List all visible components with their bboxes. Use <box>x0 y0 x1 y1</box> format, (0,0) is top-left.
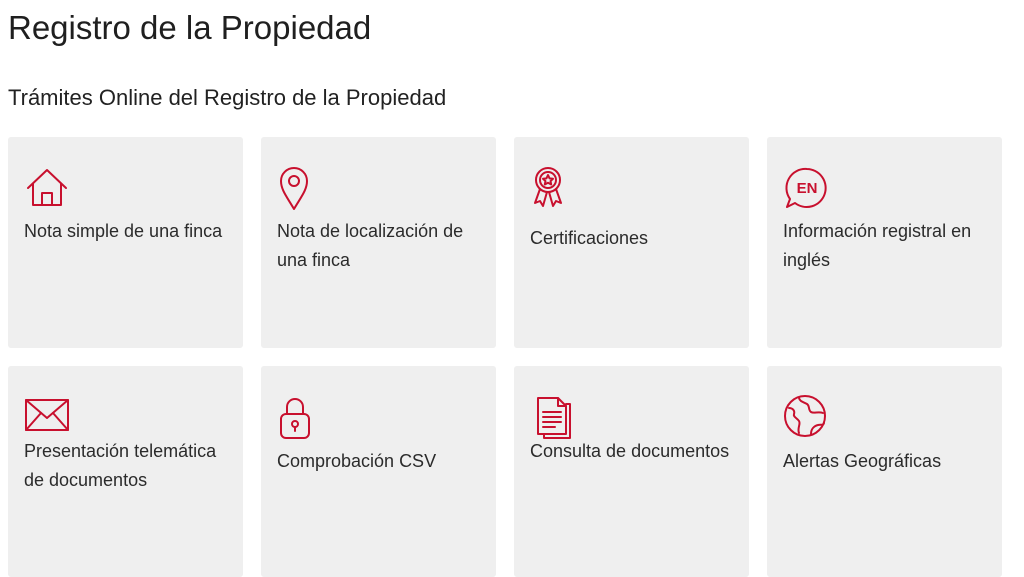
card-presentacion-telematica[interactable]: Presentación telemática de documentos <box>8 366 243 577</box>
card-label: Presentación telemática de documentos <box>24 441 217 490</box>
padlock-icon <box>277 394 323 440</box>
documents-icon <box>530 394 576 440</box>
card-consulta-documentos[interactable]: Consulta de documentos <box>514 366 749 577</box>
card-comprobacion-csv[interactable]: Comprobación CSV <box>261 366 496 577</box>
card-label: Información registral en inglés <box>783 221 972 270</box>
award-ribbon-icon <box>530 165 576 211</box>
card-nota-simple[interactable]: Nota simple de una finca <box>8 137 243 348</box>
card-label: Certificaciones <box>530 228 649 248</box>
card-alertas-geograficas[interactable]: Alertas Geográficas <box>767 366 1002 577</box>
services-grid: Nota simple de una finca Nota de localiz… <box>8 137 1002 577</box>
card-label: Alertas Geográficas <box>783 451 942 471</box>
card-label: Comprobación CSV <box>277 451 437 471</box>
globe-icon <box>783 394 829 440</box>
card-certificaciones[interactable]: Certificaciones <box>514 137 749 348</box>
english-speech-bubble-icon: EN <box>783 165 829 211</box>
page-title: Registro de la Propiedad <box>8 9 372 46</box>
icon-text: EN <box>797 180 818 197</box>
envelope-icon <box>24 394 70 440</box>
location-pin-icon <box>277 165 323 211</box>
card-nota-localizacion[interactable]: Nota de localización de una finca <box>261 137 496 348</box>
house-icon <box>24 165 70 211</box>
section-title: Trámites Online del Registro de la Propi… <box>8 85 447 110</box>
card-informacion-ingles[interactable]: EN Información registral en inglés <box>767 137 1002 348</box>
card-label: Nota simple de una finca <box>24 221 223 241</box>
card-label: Nota de localización de una finca <box>277 221 464 270</box>
card-label: Consulta de documentos <box>530 441 730 461</box>
